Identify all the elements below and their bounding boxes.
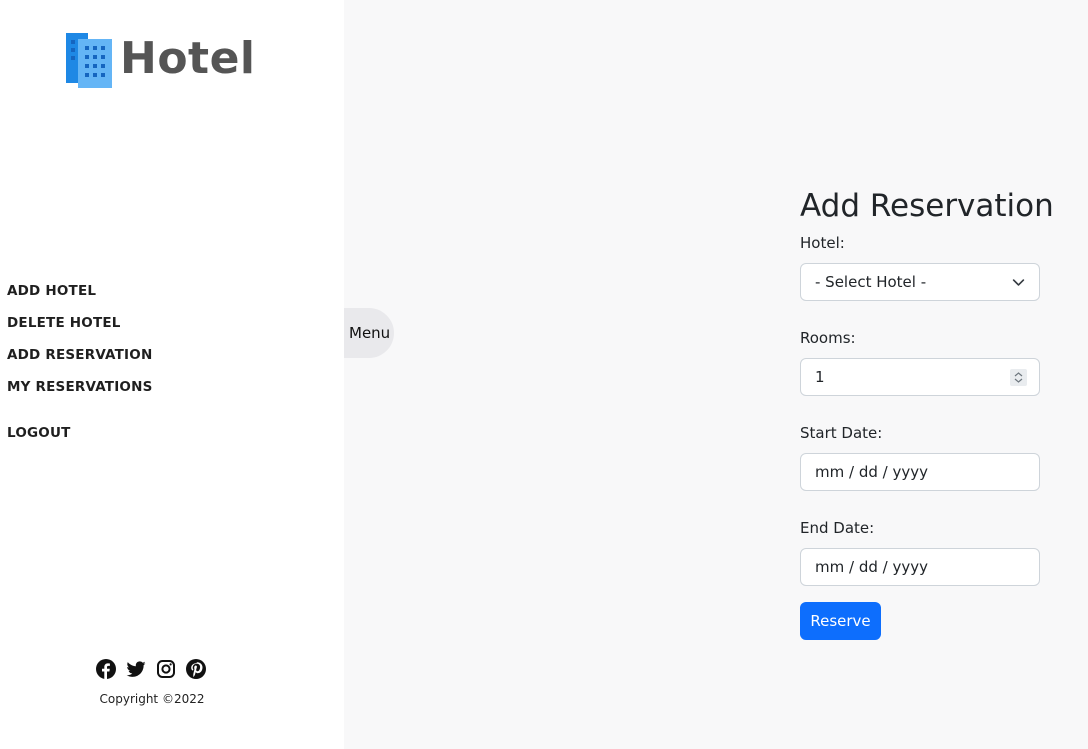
- rooms-label: Rooms:: [800, 329, 856, 347]
- hotel-select[interactable]: - Select Hotel -: [800, 263, 1040, 301]
- rooms-value: 1: [815, 368, 825, 386]
- office-building-icon: [66, 33, 112, 88]
- copyright-text: Copyright ©2022: [99, 692, 205, 706]
- nav-my-reservations[interactable]: MY RESERVATIONS: [7, 378, 153, 410]
- facebook-icon[interactable]: [96, 659, 116, 679]
- sidebar: Hotel ADD HOTEL DELETE HOTEL ADD RESERVA…: [0, 0, 344, 749]
- rooms-stepper[interactable]: [1010, 369, 1027, 386]
- end-date-label: End Date:: [800, 519, 875, 537]
- nav-add-hotel[interactable]: ADD HOTEL: [7, 282, 153, 314]
- stepper-arrows-icon: [1014, 372, 1023, 383]
- pinterest-icon[interactable]: [186, 659, 206, 679]
- hotel-select-value: - Select Hotel -: [815, 273, 927, 291]
- sidebar-nav: ADD HOTEL DELETE HOTEL ADD RESERVATION M…: [7, 282, 153, 410]
- form-title: Add Reservation: [800, 188, 1054, 224]
- social-links: [96, 659, 206, 679]
- add-reservation-form: Add Reservation Hotel: - Select Hotel - …: [800, 186, 1054, 640]
- brand-logo[interactable]: Hotel: [66, 30, 256, 88]
- start-date-placeholder: mm / dd / yyyy: [815, 463, 928, 481]
- start-date-input[interactable]: mm / dd / yyyy: [800, 453, 1040, 491]
- hotel-label: Hotel:: [800, 234, 845, 252]
- rooms-input[interactable]: 1: [800, 358, 1040, 396]
- nav-add-reservation[interactable]: ADD RESERVATION: [7, 346, 153, 378]
- end-date-placeholder: mm / dd / yyyy: [815, 558, 928, 576]
- end-date-input[interactable]: mm / dd / yyyy: [800, 548, 1040, 586]
- start-date-label: Start Date:: [800, 424, 883, 442]
- chevron-down-icon: [1012, 279, 1025, 286]
- reserve-button[interactable]: Reserve: [800, 602, 881, 640]
- menu-toggle-button[interactable]: Menu: [344, 308, 394, 358]
- brand-name: Hotel: [120, 33, 256, 84]
- nav-delete-hotel[interactable]: DELETE HOTEL: [7, 314, 153, 346]
- nav-logout[interactable]: LOGOUT: [7, 425, 71, 441]
- twitter-icon[interactable]: [126, 659, 146, 679]
- instagram-icon[interactable]: [156, 659, 176, 679]
